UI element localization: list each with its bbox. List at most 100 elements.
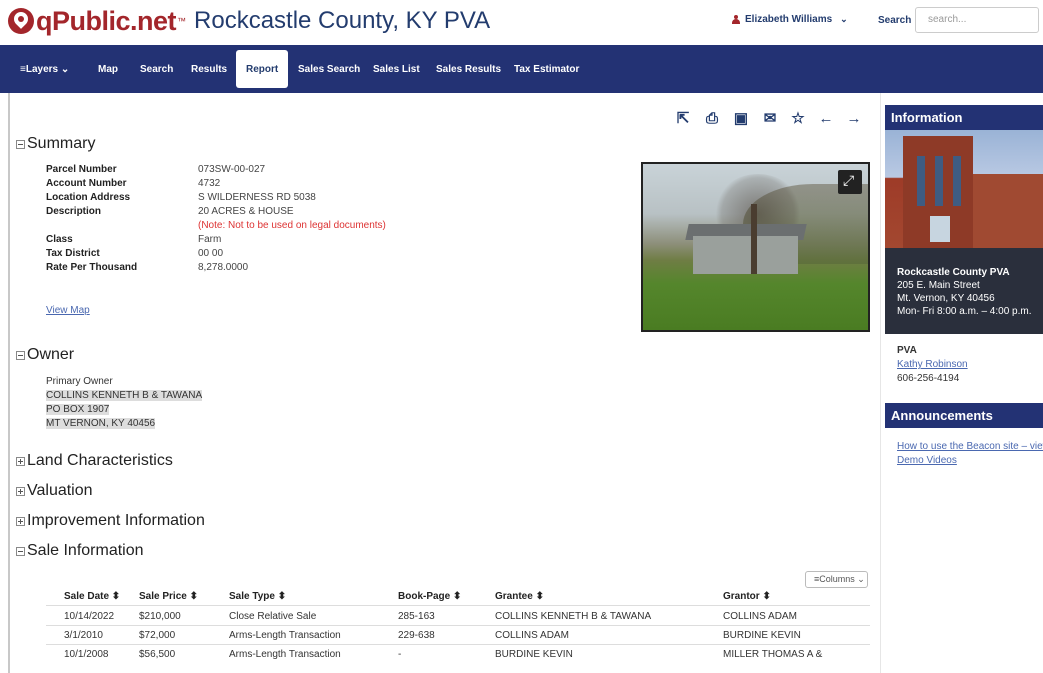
brand-name: qPublic.net xyxy=(36,5,177,36)
header: qPublic.net ™ Rockcastle County, KY PVA … xyxy=(0,0,1043,44)
page-title: Rockcastle County, KY PVA xyxy=(194,7,491,34)
star-icon[interactable]: ☆ xyxy=(790,111,806,127)
email-icon[interactable]: ✉ xyxy=(762,111,778,127)
land-characteristics-header[interactable]: Land Characteristics xyxy=(16,452,173,470)
table-cell: COLLINS ADAM xyxy=(723,611,797,622)
expand-icon xyxy=(16,486,25,496)
print-icon[interactable]: ⎙ xyxy=(704,111,720,127)
improvement-information-header[interactable]: Improvement Information xyxy=(16,512,205,530)
rate-per-thousand-label: Rate Per Thousand xyxy=(46,262,138,273)
sale-price-header[interactable]: Sale Price ⬍ xyxy=(139,591,198,602)
class-value: Farm xyxy=(198,234,222,245)
office-address2: Mt. Vernon, KY 40456 xyxy=(897,293,995,304)
office-address1: 205 E. Main Street xyxy=(897,280,980,291)
table-cell: $210,000 xyxy=(139,611,181,622)
tax-district-label: Tax District xyxy=(46,248,100,259)
owner-address-line2: MT VERNON, KY 40456 xyxy=(46,418,156,429)
nav-tax-estimator[interactable]: Tax Estimator xyxy=(514,64,579,75)
owner-address-line1: PO BOX 1907 xyxy=(46,404,110,415)
nav-results[interactable]: Results xyxy=(191,64,227,75)
table-cell: Arms-Length Transaction xyxy=(229,649,341,660)
sale-type-header[interactable]: Sale Type ⬍ xyxy=(229,591,286,602)
image-icon[interactable]: ▣ xyxy=(733,111,749,127)
columns-dropdown-button[interactable]: ≡Columns ⌄ xyxy=(805,571,868,588)
table-cell: $56,500 xyxy=(139,649,176,660)
valuation-header[interactable]: Valuation xyxy=(16,482,93,500)
pva-label: PVA xyxy=(897,345,917,356)
account-number-label: Account Number xyxy=(46,178,127,189)
primary-owner-label: Primary Owner xyxy=(46,376,113,387)
nav-map[interactable]: Map xyxy=(98,64,118,75)
announcement-link[interactable]: How to use the Beacon site – view xyxy=(897,441,1043,452)
sale-date-header[interactable]: Sale Date ⬍ xyxy=(64,591,120,602)
nav-layers[interactable]: ≡Layers ⌄ xyxy=(20,64,69,75)
grantor-header[interactable]: Grantor ⬍ xyxy=(723,591,771,602)
sale-information-title: Sale Information xyxy=(27,542,144,559)
table-cell: 229-638 xyxy=(398,630,435,641)
tax-district-value: 00 00 xyxy=(198,248,224,259)
expand-icon xyxy=(16,516,25,526)
information-header: Information xyxy=(885,105,1043,130)
table-cell: BURDINE KEVIN xyxy=(495,649,573,660)
office-name: Rockcastle County PVA xyxy=(897,267,1010,278)
collapse-icon xyxy=(16,546,25,556)
book-page-header[interactable]: Book-Page ⬍ xyxy=(398,591,461,602)
table-cell: COLLINS KENNETH B & TAWANA xyxy=(495,611,652,622)
parcel-number-value: 073SW-00-027 xyxy=(198,164,266,175)
rate-per-thousand-value: 8,278.0000 xyxy=(198,262,249,273)
table-cell: Close Relative Sale xyxy=(229,611,317,622)
summary-title: Summary xyxy=(27,135,96,152)
user-icon xyxy=(732,15,740,24)
expand-icon[interactable] xyxy=(838,170,862,194)
sale-information-header[interactable]: Sale Information xyxy=(16,542,144,560)
qpublic-logo[interactable]: qPublic.net ™ Rockcastle County, KY PVA xyxy=(8,6,490,36)
office-hours: Mon- Fri 8:00 a.m. – 4:00 p.m. xyxy=(897,306,1032,317)
table-cell: COLLINS ADAM xyxy=(495,630,569,641)
nav-sales-results[interactable]: Sales Results xyxy=(436,64,501,75)
land-characteristics-title: Land Characteristics xyxy=(27,452,173,469)
table-cell: - xyxy=(398,649,402,660)
main-nav: ≡Layers ⌄ Map Search Results Report Sale… xyxy=(0,45,1043,93)
user-menu[interactable]: Elizabeth Williams ⌄ xyxy=(732,14,848,25)
announcements-header: Announcements xyxy=(885,403,1043,428)
nav-search[interactable]: Search xyxy=(140,64,173,75)
table-cell: 3/1/2010 xyxy=(64,630,103,641)
nav-sales-search[interactable]: Sales Search xyxy=(298,64,360,75)
location-address-value: S WILDERNESS RD 5038 xyxy=(198,192,316,203)
property-photo[interactable] xyxy=(641,162,870,332)
valuation-title: Valuation xyxy=(27,482,93,499)
chevron-down-icon: ⌄ xyxy=(840,14,848,24)
pva-phone: 606-256-4194 xyxy=(897,373,960,384)
parcel-number-label: Parcel Number xyxy=(46,164,117,175)
grantee-header[interactable]: Grantee ⬍ xyxy=(495,591,544,602)
search-input[interactable]: search... xyxy=(915,7,1039,33)
table-cell: MILLER THOMAS A & xyxy=(723,649,823,660)
description-note: (Note: Not to be used on legal documents… xyxy=(198,220,386,231)
share-icon[interactable]: ⇱ xyxy=(675,111,691,127)
arrow-left-icon[interactable]: ← xyxy=(818,111,834,127)
owner-name: COLLINS KENNETH B & TAWANA xyxy=(46,390,203,401)
table-cell: BURDINE KEVIN xyxy=(723,630,801,641)
view-map-link[interactable]: View Map xyxy=(46,305,90,316)
description-label: Description xyxy=(46,206,102,217)
search-label: Search xyxy=(878,15,912,26)
arrow-right-icon[interactable]: → xyxy=(846,111,862,127)
nav-report[interactable]: Report xyxy=(236,50,289,88)
demo-videos-link[interactable]: Demo Videos xyxy=(897,455,957,466)
collapse-icon xyxy=(16,139,25,149)
summary-section-header[interactable]: Summary xyxy=(16,135,95,153)
table-cell: 10/14/2022 xyxy=(64,611,115,622)
office-contact-card: Rockcastle County PVA 205 E. Main Street… xyxy=(885,248,1043,334)
owner-section-header[interactable]: Owner xyxy=(16,346,74,364)
collapse-icon xyxy=(16,350,25,360)
location-address-label: Location Address xyxy=(46,192,131,203)
nav-sales-list[interactable]: Sales List xyxy=(373,64,420,75)
user-name: Elizabeth Williams xyxy=(745,14,833,25)
brand-trademark: ™ xyxy=(177,16,187,26)
table-cell: $72,000 xyxy=(139,630,176,641)
office-building-photo xyxy=(885,130,1043,248)
table-cell: 10/1/2008 xyxy=(64,649,109,660)
pva-name-link[interactable]: Kathy Robinson xyxy=(897,359,968,370)
sidebar-divider xyxy=(880,93,881,673)
table-cell: 285-163 xyxy=(398,611,435,622)
